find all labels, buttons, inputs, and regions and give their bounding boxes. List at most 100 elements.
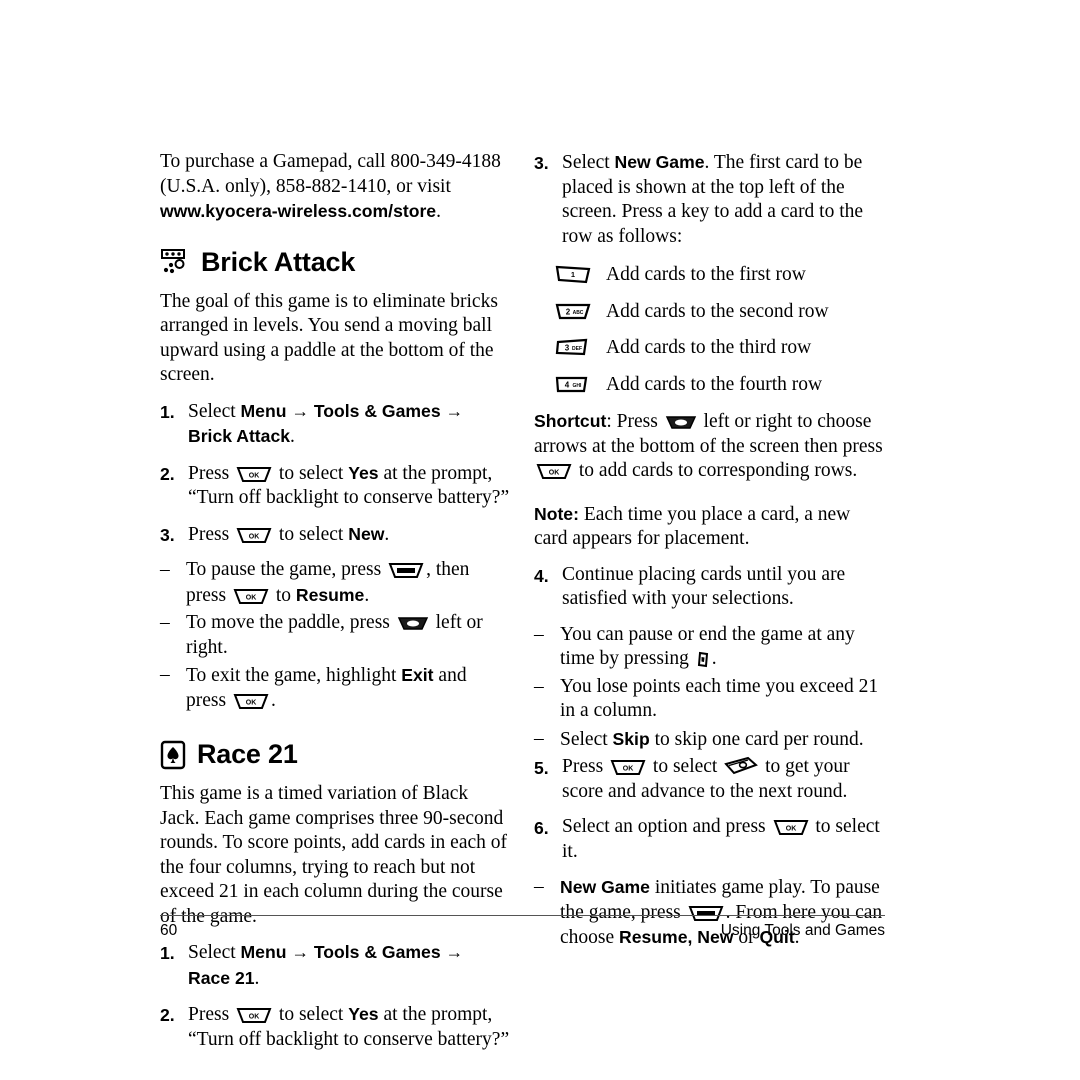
gamepad-purchase-paragraph: To purchase a Gamepad, call 800-349-4188… <box>160 150 510 225</box>
svg-text:OK: OK <box>549 470 560 477</box>
ok-key-icon: OK <box>773 819 809 836</box>
yes-term: Yes <box>348 1004 379 1024</box>
bullet-text: To move the paddle, press <box>186 612 395 633</box>
url-period: . <box>436 201 441 222</box>
manual-page: To purchase a Gamepad, call 800-349-4188… <box>160 150 885 1050</box>
left-column: To purchase a Gamepad, call 800-349-4188… <box>160 150 510 1050</box>
spade-card-icon <box>160 740 186 770</box>
skip-term: Skip <box>612 728 650 749</box>
brick-attack-steps: 1. Select Menu → Tools & Games → Brick A… <box>160 399 510 548</box>
step-marker: 5. <box>534 758 549 778</box>
svg-text:OK: OK <box>249 1014 260 1021</box>
note-text: Each time you place a card, a new card a… <box>534 503 851 550</box>
arrow-2: → <box>440 942 464 962</box>
tools-games-term: Tools & Games <box>313 400 441 421</box>
step4-sub-bullets: – You can pause or end the game at any t… <box>534 623 885 753</box>
keypad-legend-text: Add cards to the second row <box>606 300 829 322</box>
footer-row: 60 Using Tools and Games <box>160 916 885 940</box>
brick-attack-sub-bullets: – To pause the game, press , then press … <box>160 558 510 713</box>
key-2-icon: 2 ABC <box>554 300 606 321</box>
resume-term: Resume <box>295 584 365 605</box>
bullet-text: To pause the game, press <box>186 559 387 580</box>
list-item: – You lose points each time you exceed 2… <box>534 675 885 724</box>
keypad-legend-row: 4 GHI Add cards to the fourth row <box>554 373 885 398</box>
svg-text:OK: OK <box>249 472 260 479</box>
step-body: Select New Game. The first card to be pl… <box>562 150 885 249</box>
nav-key-icon <box>397 615 429 632</box>
step-marker: 1. <box>160 401 175 422</box>
race21-term: Race 21 <box>188 967 255 988</box>
keypad-legend-text: Add cards to the third row <box>606 337 812 358</box>
step-text: Press <box>188 1004 235 1025</box>
step-marker: 4. <box>534 565 549 586</box>
race21-description: This game is a timed variation of Black … <box>160 783 508 927</box>
step-item: 2. Press OK to select Yes at the prompt,… <box>160 461 510 511</box>
new-term: New <box>348 523 385 544</box>
new-game-term: New Game <box>614 152 705 172</box>
list-item: – To pause the game, press , then press … <box>160 558 510 608</box>
step-item: 3. Press OK to select New. <box>160 522 510 548</box>
svg-text:OK: OK <box>785 826 796 833</box>
exit-term: Exit <box>401 665 434 685</box>
key-3-icon: 3 DEF <box>554 336 606 357</box>
purchase-line-1: To purchase a Gamepad, call 800-349-4188 <box>160 151 501 172</box>
svg-text:2: 2 <box>566 307 571 316</box>
step-text: to select <box>648 756 723 777</box>
step-body: Continue placing cards until you are sat… <box>562 563 846 610</box>
bullet-text: To exit the game, highlight <box>186 665 402 686</box>
keypad-legend-text: Add cards to the first row <box>606 264 806 285</box>
note-paragraph: Note: Each time you place a card, a new … <box>534 502 885 552</box>
step-body: Press OK to select Yes at the prompt, “T… <box>188 1002 510 1052</box>
note-label: Note: <box>534 503 579 524</box>
shortcut-paragraph: Shortcut: Press left or right to choose … <box>534 409 885 484</box>
bullet-body: To exit the game, highlight Exit and pre… <box>186 663 510 713</box>
svg-text:OK: OK <box>249 533 260 540</box>
brick-attack-title: Brick Attack <box>201 246 356 277</box>
step-body: Press OK to select to get your score and… <box>562 755 885 804</box>
keypad-legend-list: 1 Add cards to the first row 2 ABC Add ca… <box>554 263 885 397</box>
menu-term: Menu <box>240 400 287 421</box>
race21-title: Race 21 <box>197 739 298 769</box>
dash-marker: – <box>160 664 170 685</box>
keypad-legend-row: 2 ABC Add cards to the second row <box>554 300 885 325</box>
step-text: to select <box>274 1004 349 1025</box>
step-body: Select Menu → Tools & Games → Brick Atta… <box>188 399 510 450</box>
step-body: Select an option and press OK to select … <box>562 815 885 864</box>
bullet-period: . <box>711 648 717 669</box>
race21-heading: Race 21 <box>160 739 510 770</box>
dash-marker: – <box>160 559 170 580</box>
step-marker: 3. <box>534 153 549 173</box>
bullet-body: You can pause or end the game at any tim… <box>560 623 885 672</box>
dash-marker: – <box>534 623 544 645</box>
step-item: 1. Select Menu → Tools & Games → Race 21… <box>160 940 510 991</box>
arrow-1: → <box>286 400 314 421</box>
step-period: . <box>384 523 390 545</box>
bullet-body: To move the paddle, press left or right. <box>186 611 510 660</box>
menu-term: Menu <box>240 942 287 962</box>
end-key-icon <box>696 651 710 668</box>
brick-attack-description: The goal of this game is to eliminate br… <box>160 290 498 386</box>
step-marker: 2. <box>160 463 175 484</box>
shortcut-text: : Press <box>606 411 663 432</box>
step-item: 5. Press OK to select to get your score … <box>534 755 885 804</box>
page-footer: 60 Using Tools and Games <box>160 915 885 940</box>
step-body: Press OK to select Yes at the prompt, “T… <box>188 461 510 511</box>
list-item: – Select Skip to skip one card per round… <box>534 727 885 753</box>
running-head: Using Tools and Games <box>720 922 885 939</box>
tools-games-term: Tools & Games <box>313 942 441 962</box>
ok-key-icon: OK <box>236 466 272 483</box>
bullet-body: To pause the game, press , then press OK… <box>186 558 510 608</box>
step-body: Press OK to select New. <box>188 522 510 548</box>
ok-key-icon: OK <box>610 759 646 776</box>
step-item: 1. Select Menu → Tools & Games → Brick A… <box>160 399 510 450</box>
step-period: . <box>254 967 260 989</box>
step-text: Press <box>188 523 235 545</box>
step-marker: 1. <box>160 943 175 963</box>
step-period: . <box>290 426 295 447</box>
shortcut-label: Shortcut <box>534 411 607 431</box>
arrow-2: → <box>440 400 464 421</box>
svg-text:DEF: DEF <box>572 346 582 352</box>
svg-text:1: 1 <box>571 270 575 279</box>
right-steps-bottom: 5. Press OK to select to get your score … <box>534 755 885 864</box>
dash-marker: – <box>534 727 544 749</box>
